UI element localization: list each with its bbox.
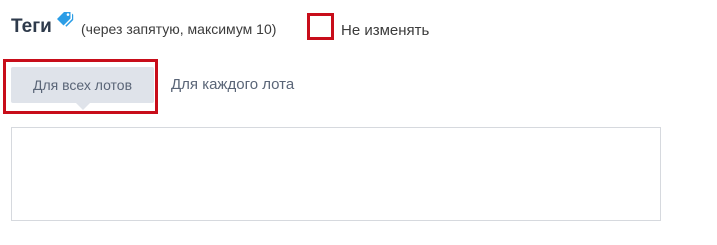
tab-for-all-lots[interactable]: Для всех лотов: [11, 67, 154, 110]
tags-icon: [56, 11, 76, 29]
no-change-label[interactable]: Не изменять: [341, 22, 429, 40]
tab-for-each-lot[interactable]: Для каждого лота: [171, 76, 294, 94]
tags-input[interactable]: [11, 127, 661, 221]
section-title: Теги: [11, 16, 52, 37]
no-change-checkbox[interactable]: [307, 13, 334, 40]
tags-hint: (через запятую, максимум 10): [81, 21, 277, 37]
